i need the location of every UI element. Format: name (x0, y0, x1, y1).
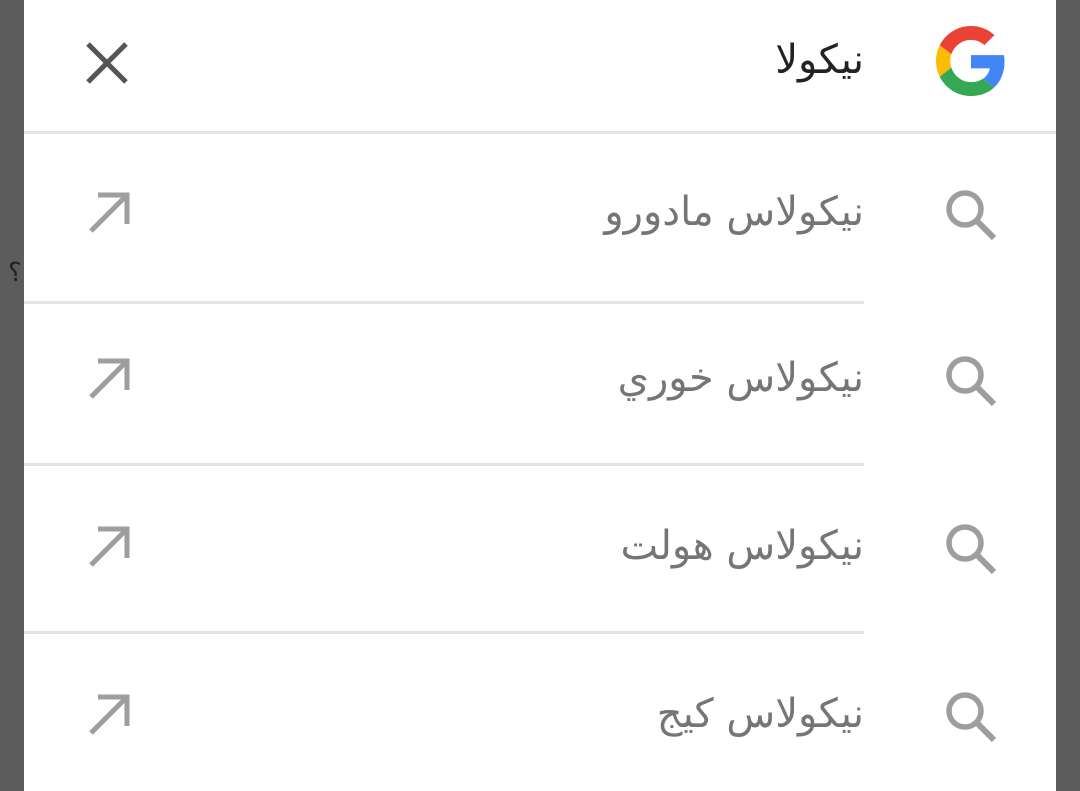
search-bar: نيكولا (24, 0, 1056, 134)
arrow-up-left-icon[interactable] (88, 526, 130, 568)
suggestion-item[interactable]: نيكولاس هولت (24, 464, 1056, 634)
search-icon (946, 524, 997, 575)
backdrop-right (1056, 0, 1080, 791)
close-icon[interactable] (84, 40, 130, 86)
suggestion-label: نيكولاس خوري (617, 355, 864, 401)
background-partial-text: ؟ (8, 258, 22, 288)
suggestion-label: نيكولاس مادورو (604, 189, 864, 235)
suggestion-item[interactable]: نيكولاس مادورو (24, 134, 1056, 304)
search-suggestions-panel: نيكولا نيكولاس مادورو نيكولاس خوري نيكول… (24, 0, 1056, 791)
backdrop-left (0, 0, 24, 791)
arrow-up-left-icon[interactable] (88, 358, 130, 400)
suggestion-item[interactable]: نيكولاس كيج (24, 632, 1056, 791)
suggestion-label: نيكولاس هولت (620, 523, 864, 569)
arrow-up-left-icon[interactable] (88, 694, 130, 736)
search-icon (946, 356, 997, 407)
search-icon (946, 190, 997, 241)
arrow-up-left-icon[interactable] (88, 192, 130, 234)
search-input[interactable]: نيكولا (775, 30, 864, 90)
google-g-icon (936, 26, 1005, 96)
suggestion-label: نيكولاس كيج (656, 691, 864, 737)
search-icon (946, 692, 997, 743)
suggestion-item[interactable]: نيكولاس خوري (24, 296, 1056, 466)
